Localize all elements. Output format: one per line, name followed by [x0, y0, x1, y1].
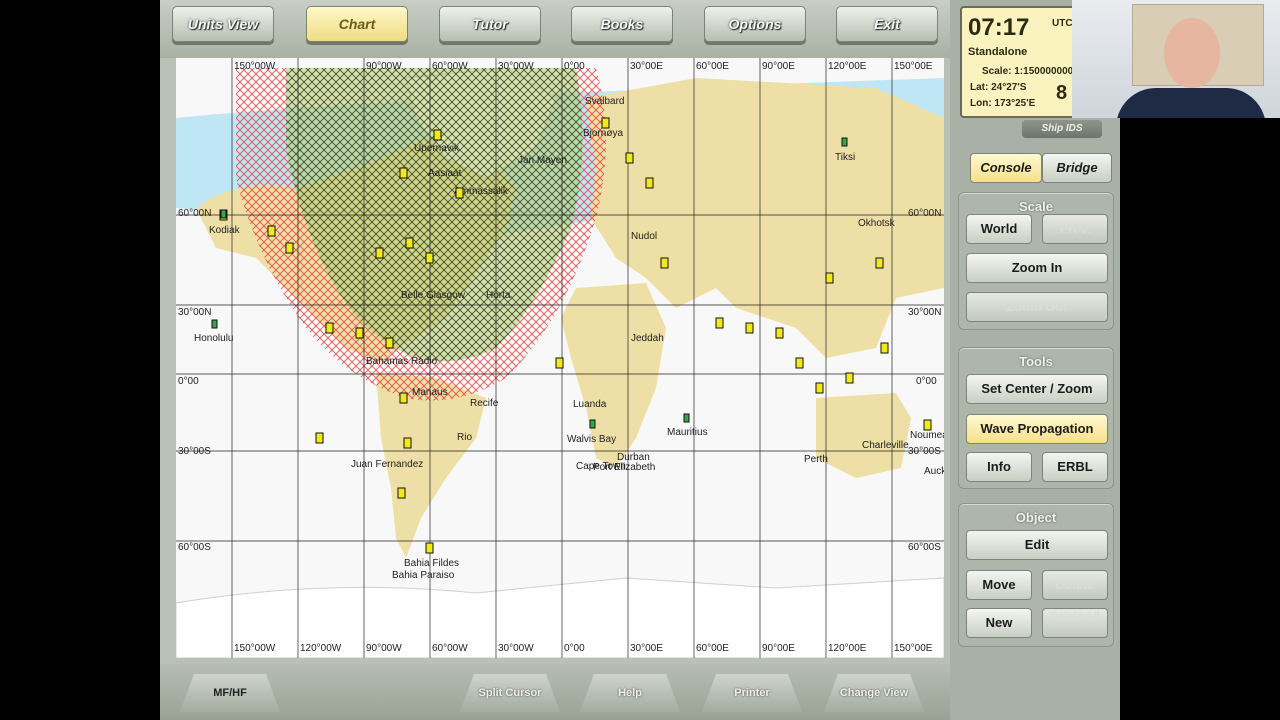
transmitter-icon — [880, 342, 889, 354]
erbl-button[interactable]: ERBL — [1042, 452, 1108, 482]
mf-hf-button[interactable]: MF/HF — [180, 674, 280, 712]
tools-panel-title: Tools — [1019, 354, 1053, 369]
transmitter-icon — [425, 542, 434, 554]
change-view-button[interactable]: Change View — [824, 674, 924, 712]
transmitter-icon — [355, 327, 364, 339]
status-display: 07:17 UTC Standalone Scale: 1:150000000 … — [960, 6, 1076, 118]
webcam-overlay — [1072, 0, 1280, 118]
transmitter-icon — [625, 152, 634, 164]
receiver-icon — [589, 419, 596, 429]
receiver-icon — [220, 209, 227, 219]
tab-options[interactable]: Options — [704, 6, 806, 42]
receiver-icon — [841, 137, 848, 147]
scale-panel-title: Scale — [1019, 199, 1053, 214]
transmitter-icon — [397, 487, 406, 499]
info-button[interactable]: Info — [966, 452, 1032, 482]
top-tab-bar: Units View Chart Tutor Books Options Exi… — [160, 0, 950, 58]
delete-all-button[interactable]: Delete All — [1042, 608, 1108, 638]
bottom-button-bar: MF/HF Split Cursor Help Printer Change V… — [160, 664, 950, 720]
tab-chart[interactable]: Chart — [306, 6, 408, 42]
printer-button[interactable]: Printer — [702, 674, 802, 712]
transmitter-icon — [403, 437, 412, 449]
transmitter-icon — [775, 327, 784, 339]
transmitter-icon — [555, 357, 564, 369]
transmitter-icon — [601, 117, 610, 129]
transmitter-icon — [845, 372, 854, 384]
transmitter-icon — [875, 257, 884, 269]
world-chart[interactable]: 150°00W 90°00W 60°00W 30°00W 0°00 30°00E… — [176, 58, 944, 658]
mode-label: Standalone — [968, 46, 1028, 58]
transmitter-icon — [825, 272, 834, 284]
tab-units-view[interactable]: Units View — [172, 6, 274, 42]
delete-button[interactable]: Delete — [1042, 570, 1108, 600]
world-button[interactable]: World — [966, 214, 1032, 244]
transmitter-icon — [745, 322, 754, 334]
transmitter-icon — [455, 187, 464, 199]
clock-timezone: UTC — [1052, 18, 1073, 29]
transmitter-icon — [399, 167, 408, 179]
zoom-in-button[interactable]: Zoom In — [966, 253, 1108, 283]
new-button[interactable]: New — [966, 608, 1032, 638]
ship-ids-tab[interactable]: Ship IDS — [1022, 120, 1102, 138]
clock-time: 07:17 — [968, 14, 1030, 41]
receiver-icon — [211, 319, 218, 329]
presenter-body — [1116, 88, 1266, 118]
transmitter-icon — [315, 432, 324, 444]
transmitter-icon — [405, 237, 414, 249]
prev-button[interactable]: Prev. — [1042, 214, 1108, 244]
presenter-head — [1164, 18, 1220, 88]
tab-books[interactable]: Books — [571, 6, 673, 42]
transmitter-icon — [660, 257, 669, 269]
transmitter-icon — [815, 382, 824, 394]
transmitter-icon — [385, 337, 394, 349]
receiver-icon — [683, 413, 690, 423]
transmitter-icon — [425, 252, 434, 264]
tab-exit[interactable]: Exit — [836, 6, 938, 42]
object-panel-title: Object — [1015, 510, 1057, 525]
scale-readout: Scale: 1:150000000 — [982, 66, 1074, 77]
set-center-zoom-button[interactable]: Set Center / Zoom — [966, 374, 1108, 404]
bridge-tab[interactable]: Bridge — [1042, 153, 1112, 183]
transmitter-icon — [325, 322, 334, 334]
lat-readout: Lat: 24°27'S — [970, 82, 1027, 93]
move-button[interactable]: Move — [966, 570, 1032, 600]
transmitter-icon — [285, 242, 294, 254]
transmitter-icon — [715, 317, 724, 329]
transmitter-icon — [375, 247, 384, 259]
tab-tutor[interactable]: Tutor — [439, 6, 541, 42]
transmitter-icon — [795, 357, 804, 369]
split-cursor-button[interactable]: Split Cursor — [460, 674, 560, 712]
help-button[interactable]: Help — [580, 674, 680, 712]
console-tab[interactable]: Console — [970, 153, 1042, 183]
wave-propagation-button[interactable]: Wave Propagation — [966, 414, 1108, 444]
transmitter-icon — [433, 129, 442, 141]
lon-readout: Lon: 173°25'E — [970, 98, 1036, 109]
station-markers — [211, 117, 932, 554]
transmitter-icon — [645, 177, 654, 189]
transmitter-icon — [923, 419, 932, 431]
edit-button[interactable]: Edit — [966, 530, 1108, 560]
transmitter-icon — [267, 225, 276, 237]
transmitter-icon — [399, 392, 408, 404]
zoom-out-button[interactable]: Zoom Out — [966, 292, 1108, 322]
status-digit: 8 — [1056, 82, 1068, 104]
